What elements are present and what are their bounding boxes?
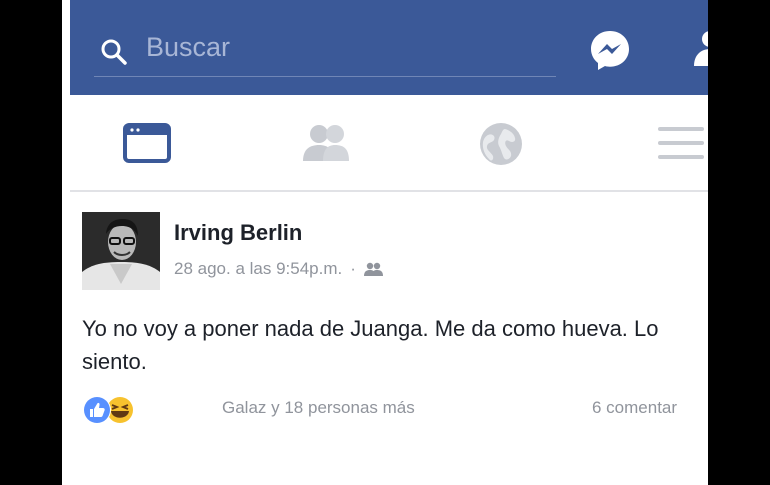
likers-summary[interactable]: Galaz y 18 personas más	[222, 398, 415, 418]
friends-privacy-icon	[363, 262, 383, 276]
avatar[interactable]	[82, 212, 160, 290]
post-text: Yo no voy a poner nada de Juanga. Me da …	[82, 316, 659, 374]
reactions[interactable]	[82, 395, 138, 430]
tab-bar	[70, 95, 708, 192]
facebook-screen: Buscar Irving Berlin 28 ago. a las 9:54p…	[62, 0, 708, 485]
news-feed-icon[interactable]	[123, 123, 171, 163]
post-meta: 28 ago. a las 9:54p.m. ·	[174, 259, 384, 279]
globe-icon[interactable]	[478, 123, 524, 169]
menu-icon[interactable]	[656, 123, 704, 163]
post-card: Irving Berlin 28 ago. a las 9:54p.m. · Y…	[70, 192, 708, 485]
messenger-icon[interactable]	[588, 28, 632, 72]
search-input[interactable]: Buscar	[146, 32, 230, 63]
search-icon[interactable]	[100, 38, 128, 66]
friends-icon[interactable]	[301, 123, 351, 163]
top-bar: Buscar	[70, 0, 708, 95]
comments-count[interactable]: 6 comentar	[592, 398, 677, 418]
profile-icon[interactable]	[694, 30, 708, 68]
like-icon	[83, 396, 111, 424]
timestamp[interactable]: 28 ago. a las 9:54p.m.	[174, 259, 342, 279]
search-underline	[94, 76, 556, 77]
separator: ·	[350, 259, 356, 278]
author-name[interactable]: Irving Berlin	[174, 220, 302, 246]
